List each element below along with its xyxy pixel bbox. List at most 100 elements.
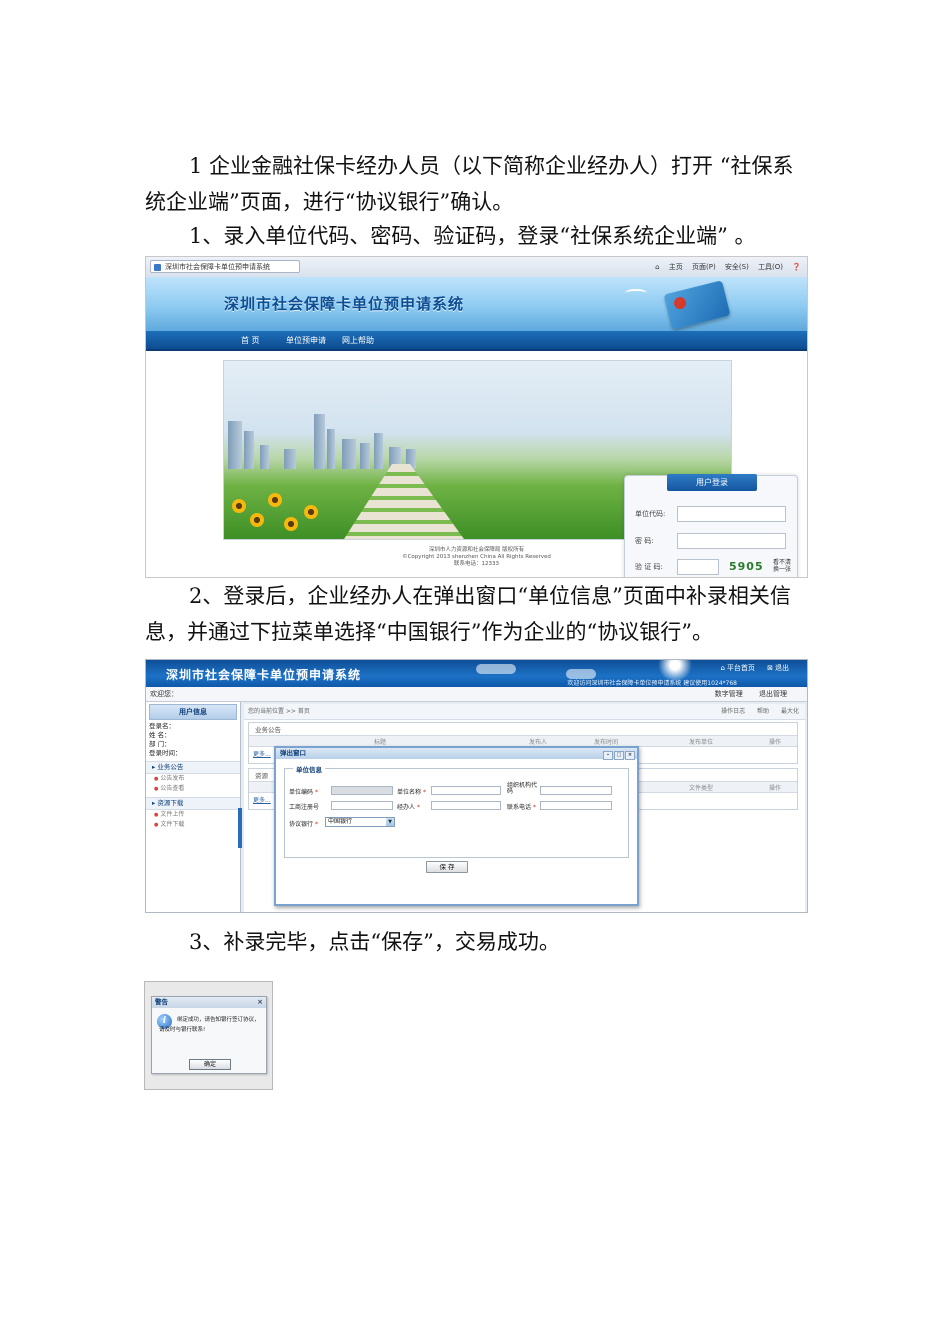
breadcrumb: 您的当前位置 >> 首页 操作日志 帮助 最大化 — [244, 704, 805, 720]
password-label: 密 码: — [635, 537, 654, 545]
sub-bar-actions: 数字管理 退出管理 — [701, 689, 787, 699]
org-code-field[interactable] — [540, 786, 612, 795]
user-info-dept: 部 门： — [149, 740, 171, 748]
login-screenshot: 深圳市社会保障卡单位预申请系统 ⌂ 主页 页面(P) 安全(S) 工具(O) ❓… — [145, 256, 808, 578]
field-label-org-code: 组织机构代码 — [507, 782, 538, 795]
save-button[interactable]: 保 存 — [426, 861, 468, 873]
col-header: 操作 — [769, 785, 782, 792]
field-label-text: 协议银行 — [289, 821, 314, 828]
social-security-card-icon — [663, 280, 731, 330]
welcome-label: 欢迎您： — [150, 690, 178, 698]
fieldset-legend: 单位信息 — [293, 764, 325, 774]
browser-tool-safety[interactable]: 安全(S) — [725, 263, 749, 271]
sunflower-icon — [304, 505, 318, 519]
sidebar-item-publish[interactable]: 公告发布 — [146, 774, 240, 784]
site-title: 深圳市社会保障卡单位预申请系统 — [166, 668, 362, 682]
paragraph-step2: 2、登录后，企业经办人在弹出窗口“单位信息”页面中补录相关信息，并通过下拉菜单选… — [145, 584, 791, 644]
action-help[interactable]: 帮助 — [757, 708, 769, 715]
paragraph-intro: 1 企业金融社保卡经办人员（以下简称企业经办人）打开 “社保系统企业端”页面，进… — [145, 154, 794, 214]
user-info-login-name: 登录名： — [149, 722, 175, 730]
building — [327, 429, 335, 469]
welcome-hint: 欢迎访问深圳市社会保障卡单位预申请系统 建议使用1024*768 — [567, 680, 737, 687]
left-panel: 用户信息 登录名： 姓 名： 部 门： 登录时间： ▸ 业务公告 公告发布 公告… — [146, 702, 241, 912]
col-header: 发布时间 — [594, 739, 619, 746]
footer-copyright: ©Copyright 2013 shenzhen China All Right… — [402, 554, 551, 560]
col-header: 发布人 — [529, 739, 548, 746]
field-label-business-reg: 工商注册号 — [289, 802, 319, 811]
alert-title-text: 警告 — [155, 998, 168, 1006]
field-label-text: 单位编码 — [289, 789, 314, 796]
business-reg-field[interactable] — [331, 801, 393, 810]
sidebar-item-view[interactable]: 公告查看 — [146, 784, 240, 794]
field-label-text: 联系电话 — [507, 804, 532, 811]
unit-name-field[interactable] — [431, 786, 501, 795]
breadcrumb-actions: 操作日志 帮助 最大化 — [711, 706, 799, 715]
top-link-logout[interactable]: 退出 — [775, 664, 789, 672]
success-alert-screenshot: 警告 × i 绑定成功，请告知银行签订协议，请及时与银行联系! 确定 — [144, 981, 273, 1090]
sidebar-section-label: 业务公告 — [157, 763, 184, 771]
bank-select-value: 中国银行 — [328, 818, 353, 825]
field-label-handler: 经办人 * — [397, 802, 420, 811]
sidebar-collapse-handle[interactable] — [238, 808, 242, 848]
browser-tool-tools[interactable]: 工具(O) — [758, 263, 783, 271]
required-mark: * — [417, 804, 421, 811]
sunflowers — [224, 479, 334, 539]
nav-item-home[interactable]: 首 页 — [241, 335, 260, 346]
sidebar-item-upload[interactable]: 文件上传 — [146, 810, 240, 820]
unit-info-screenshot: 深圳市社会保障卡单位预申请系统 ⌂ 平台首页 ⊠ 退出 欢迎访问深圳市社会保障卡单位… — [145, 659, 808, 913]
footer-copyright-owner: 深圳市人力资源和社会保障局 版权所有 — [428, 547, 525, 553]
nav-item-unit-apply[interactable]: 单位预申请 — [286, 335, 326, 346]
sidebar-section-announcement[interactable]: ▸ 业务公告 — [146, 761, 240, 774]
required-mark: * — [315, 789, 319, 796]
close-icon[interactable]: × — [257, 997, 263, 1008]
building — [244, 431, 254, 469]
unit-code-input[interactable] — [677, 506, 786, 522]
paragraph-step3: 3、补录完毕，点击“保存”，交易成功。 — [189, 930, 560, 954]
user-info-title: 用户信息 — [149, 704, 237, 720]
home-icon[interactable]: ⌂ — [655, 263, 659, 271]
ok-button[interactable]: 确定 — [189, 1059, 231, 1070]
sunflower-icon — [250, 513, 264, 527]
panel-title: 业务公告 — [255, 726, 281, 734]
building — [342, 439, 356, 469]
chevron-down-icon[interactable]: ▼ — [386, 818, 394, 826]
building — [228, 421, 242, 469]
browser-tool-page[interactable]: 页面(P) — [692, 263, 716, 271]
building — [360, 443, 370, 469]
nav-item-help[interactable]: 网上帮助 — [342, 335, 374, 346]
cloud-icon — [476, 664, 516, 674]
field-label-bank: 协议银行 * — [289, 819, 318, 828]
top-links: ⌂ 平台首页 ⊠ 退出 — [710, 663, 789, 673]
bank-select[interactable]: 中国银行 ▼ — [325, 817, 395, 827]
unit-code-field — [331, 786, 393, 795]
sidebar-item-download[interactable]: 文件下载 — [146, 820, 240, 830]
alert-title: 警告 × — [152, 997, 266, 1008]
action-log[interactable]: 操作日志 — [721, 708, 745, 715]
bird-icon — [625, 289, 647, 297]
browser-tool-home[interactable]: 主页 — [669, 263, 683, 271]
dialog-window-buttons: – □ × — [602, 749, 635, 760]
maximize-icon[interactable]: □ — [614, 751, 624, 760]
sub-bar-manage[interactable]: 数字管理 — [715, 690, 743, 698]
site-banner: 深圳市社会保障卡单位预申请系统 — [146, 277, 807, 331]
close-icon[interactable]: × — [625, 751, 635, 760]
sunflower-icon — [268, 493, 282, 507]
action-maximize[interactable]: 最大化 — [781, 708, 799, 715]
top-link-home[interactable]: 平台首页 — [727, 664, 755, 672]
sub-bar-exit-manage[interactable]: 退出管理 — [759, 690, 787, 698]
sidebar-section-download[interactable]: ▸ 资源下载 — [146, 797, 240, 810]
exit-icon: ⊠ — [767, 664, 773, 672]
minimize-icon[interactable]: – — [603, 751, 613, 760]
browser-toolbar: 深圳市社会保障卡单位预申请系统 ⌂ 主页 页面(P) 安全(S) 工具(O) ❓ — [146, 257, 807, 278]
site-title: 深圳市社会保障卡单位预申请系统 — [224, 295, 465, 313]
building — [314, 414, 325, 469]
required-mark: * — [315, 821, 319, 828]
field-label-text: 经办人 — [397, 804, 416, 811]
handler-field[interactable] — [431, 801, 501, 810]
required-mark: * — [533, 804, 537, 811]
landscape-illustration: 用户登录 单位代码: 密 码: 验 证 码: 5905 看不清 换一张 登 录 — [223, 360, 798, 577]
phone-field[interactable] — [540, 801, 612, 810]
browser-tab[interactable]: 深圳市社会保障卡单位预申请系统 — [150, 260, 300, 273]
help-icon[interactable]: ❓ — [792, 263, 801, 271]
browser-tools: ⌂ 主页 页面(P) 安全(S) 工具(O) ❓ — [648, 262, 801, 272]
